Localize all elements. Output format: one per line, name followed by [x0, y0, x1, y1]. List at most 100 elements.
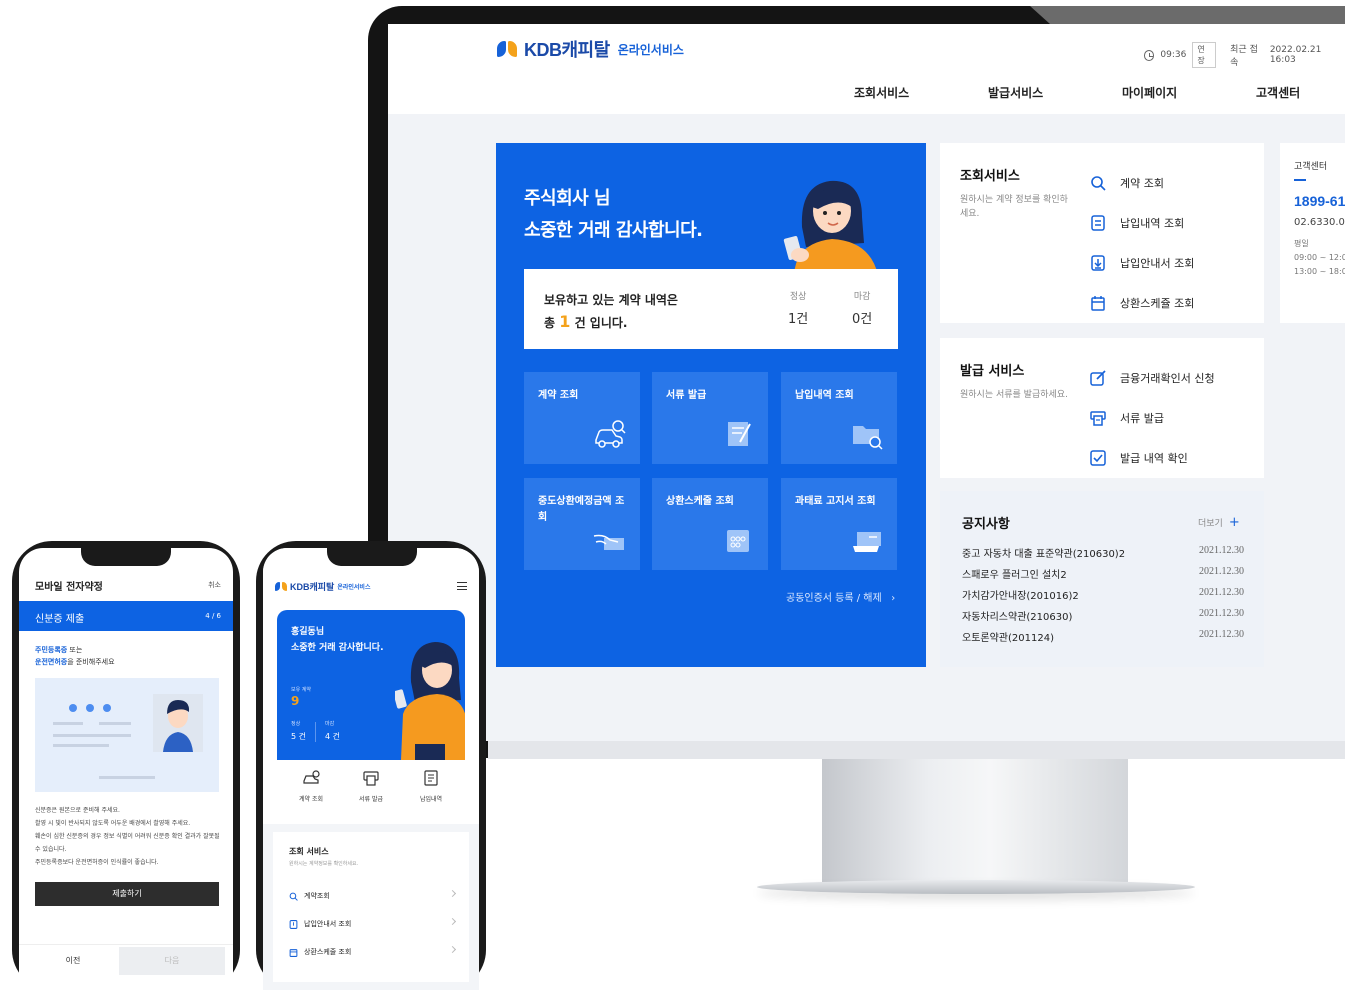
- hold-value: 9: [291, 694, 300, 708]
- calendar-icon: [1091, 296, 1105, 311]
- tile-repayment-schedule[interactable]: 상환스케줄 조회: [652, 478, 768, 570]
- search-icon: [289, 892, 298, 901]
- tile-payment-history[interactable]: 납입내역 조회: [781, 372, 897, 464]
- certificate-link[interactable]: 공동인증서 등록 / 해제 ›: [786, 589, 895, 604]
- car-search-icon: [303, 770, 320, 784]
- download-document-icon: [289, 919, 298, 929]
- mobile-link-schedule[interactable]: 상환스케줄 조회: [289, 938, 457, 966]
- car-search-icon: [595, 420, 626, 448]
- notice-item-title: 오토론약관(201124): [962, 633, 1054, 644]
- desktop-screen: KDB캐피탈 온라인서비스 09:36 연장 최근 접속 2022.02.21 …: [388, 24, 1345, 741]
- note-item: 주민등록증보다 운전면허증이 인식률이 좋습니다.: [35, 859, 159, 866]
- plus-icon: +: [1228, 515, 1240, 530]
- cancel-button[interactable]: 취소: [208, 580, 221, 590]
- notice-item-date: 2021.12.30: [1199, 566, 1244, 577]
- link-contract-inquiry[interactable]: 계약 조회: [1090, 163, 1194, 203]
- note-item: 촬영 시 빛이 반사되지 않도록 어두운 배경에서 촬영해 주세요.: [35, 820, 191, 827]
- mobile-link-payment-guide[interactable]: 납입안내서 조회: [289, 910, 457, 938]
- quick-payment[interactable]: 납입내역: [407, 770, 455, 803]
- stat-closed-value: 0건: [852, 312, 873, 327]
- link-label: 금융거래확인서 신청: [1120, 372, 1215, 385]
- cs-hours-pm: 13:00 ~ 18:0: [1294, 267, 1345, 276]
- notice-item-date: 2021.12.30: [1199, 587, 1244, 598]
- mobile-brand-logo[interactable]: KDB캐피탈 온라인서비스: [275, 580, 370, 593]
- notice-more-button[interactable]: 더보기 +: [1198, 515, 1240, 530]
- monitor-stand: [822, 759, 1128, 883]
- hero-company-name: 주식회사 님: [524, 188, 611, 209]
- submit-button[interactable]: 제출하기: [35, 882, 219, 906]
- mobile-greeting: 홍길동님 소중한 거래 감사합니다.: [291, 624, 384, 656]
- notice-list: 중고 자동차 대출 표준약관(210630)2 2021.12.30 스패로우 플…: [962, 545, 1244, 650]
- monitor-chin: [488, 741, 1345, 759]
- tile-label: 납입내역 조회: [795, 390, 854, 401]
- inquiry-title: 조회서비스: [960, 169, 1020, 184]
- phone-screen-contract: 모바일 전자약정 취소 신분증 제출 4 / 6 주민등록증 또는 운전면허증을…: [19, 548, 233, 990]
- link-financial-confirmation[interactable]: 금융거래확인서 신청: [1090, 358, 1215, 398]
- stat-normal: 정상 1건: [788, 289, 808, 327]
- inquiry-links: 계약 조회 납입내역 조회 납입안내서 조회 상환스케쥴 조회: [1090, 163, 1194, 323]
- brand-service: 온라인서비스: [617, 42, 684, 57]
- notice-item-title: 가치감가안내장(201016)2: [962, 591, 1079, 602]
- notice-item-title: 스패로우 플러그인 설치2: [962, 570, 1067, 581]
- nav-issue[interactable]: 발급서비스: [988, 84, 1122, 101]
- nav-inquiry[interactable]: 조회서비스: [854, 84, 988, 101]
- link-label: 서류 발급: [1120, 412, 1164, 425]
- hamburger-menu-icon[interactable]: [457, 582, 467, 590]
- summary-count: 1: [559, 312, 571, 331]
- mobile-user-name: 홍길동님: [291, 627, 325, 637]
- cs-divider: [1294, 179, 1306, 181]
- document-pen-icon: [728, 422, 751, 446]
- kdb-logo-icon: [496, 38, 518, 60]
- mini-closed-value: 4 건: [325, 732, 340, 741]
- certificate-link-label: 공동인증서 등록 / 해제: [786, 593, 882, 604]
- notice-item[interactable]: 스패로우 플러그인 설치2 2021.12.30: [962, 566, 1244, 587]
- link-document-issue[interactable]: 서류 발급: [1090, 398, 1215, 438]
- notice-item-date: 2021.12.30: [1199, 629, 1244, 640]
- notice-title: 공지사항: [962, 517, 1010, 532]
- nav-customer-center[interactable]: 고객센터: [1256, 84, 1345, 101]
- session-time: 09:36: [1160, 50, 1187, 60]
- id-guide: 주민등록증 또는 운전면허증을 준비해주세요: [35, 644, 225, 668]
- step-footer: 이전 다음: [19, 944, 233, 990]
- mini-divider: [315, 722, 316, 742]
- brand-logo[interactable]: KDB캐피탈 온라인서비스: [496, 36, 684, 62]
- brand-name: KDB캐피탈: [524, 40, 610, 60]
- inquiry-desc: 원하시는 계약 정보를 확인하세요.: [960, 195, 1068, 219]
- quick-contract[interactable]: 계약 조회: [287, 770, 335, 803]
- issue-links: 금융거래확인서 신청 서류 발급 발급 내역 확인: [1090, 358, 1215, 478]
- prev-button[interactable]: 이전: [29, 947, 117, 975]
- tile-document-issue[interactable]: 서류 발급: [652, 372, 768, 464]
- notice-item[interactable]: 자동차리스약관(210630) 2021.12.30: [962, 608, 1244, 629]
- desktop-header: KDB캐피탈 온라인서비스 09:36 연장 최근 접속 2022.02.21 …: [388, 24, 1345, 114]
- next-button[interactable]: 다음: [119, 947, 225, 975]
- tile-contract-inquiry[interactable]: 계약 조회: [524, 372, 640, 464]
- folder-search-icon: [853, 426, 883, 450]
- cs-hours: 평일 09:00 ~ 12:0 13:00 ~ 18:0: [1294, 237, 1345, 279]
- notice-item[interactable]: 오토론약관(201124) 2021.12.30: [962, 629, 1244, 650]
- monitor-stand-base: [757, 880, 1195, 894]
- mini-normal: 정상 5 건: [291, 720, 306, 742]
- contract-title: 모바일 전자약정: [35, 582, 103, 593]
- tile-penalty-notice[interactable]: 과태료 고지서 조회: [781, 478, 897, 570]
- mobile-inquiry-list: 계약조회 납입안내서 조회 상환스케줄 조회: [289, 882, 457, 966]
- quick-document[interactable]: 서류 발급: [347, 770, 395, 803]
- notice-item[interactable]: 가치감가안내장(201016)2 2021.12.30: [962, 587, 1244, 608]
- link-repayment-schedule[interactable]: 상환스케쥴 조회: [1090, 283, 1194, 323]
- link-payment-history[interactable]: 납입내역 조회: [1090, 203, 1194, 243]
- main-nav: 조회서비스 발급서비스 마이페이지 고객센터: [854, 84, 1345, 101]
- tile-early-repayment[interactable]: 중도상환예정금액 조회: [524, 478, 640, 570]
- cs-phone[interactable]: 1899-61: [1294, 193, 1345, 209]
- notice-item-date: 2021.12.30: [1199, 545, 1244, 556]
- notice-item[interactable]: 중고 자동차 대출 표준약관(210630)2 2021.12.30: [962, 545, 1244, 566]
- edit-icon: [1090, 370, 1106, 386]
- link-payment-guide[interactable]: 납입안내서 조회: [1090, 243, 1194, 283]
- calendar-icon: [289, 948, 298, 957]
- nav-mypage[interactable]: 마이페이지: [1122, 84, 1256, 101]
- tile-label: 계약 조회: [538, 390, 579, 401]
- summary-prefix: 총: [544, 316, 556, 330]
- cs-hours-am: 09:00 ~ 12:0: [1294, 253, 1345, 262]
- link-issue-history[interactable]: 발급 내역 확인: [1090, 438, 1215, 478]
- mobile-link-contract[interactable]: 계약조회: [289, 882, 457, 910]
- mini-closed-label: 마감: [325, 721, 335, 727]
- session-extend-button[interactable]: 연장: [1192, 42, 1217, 68]
